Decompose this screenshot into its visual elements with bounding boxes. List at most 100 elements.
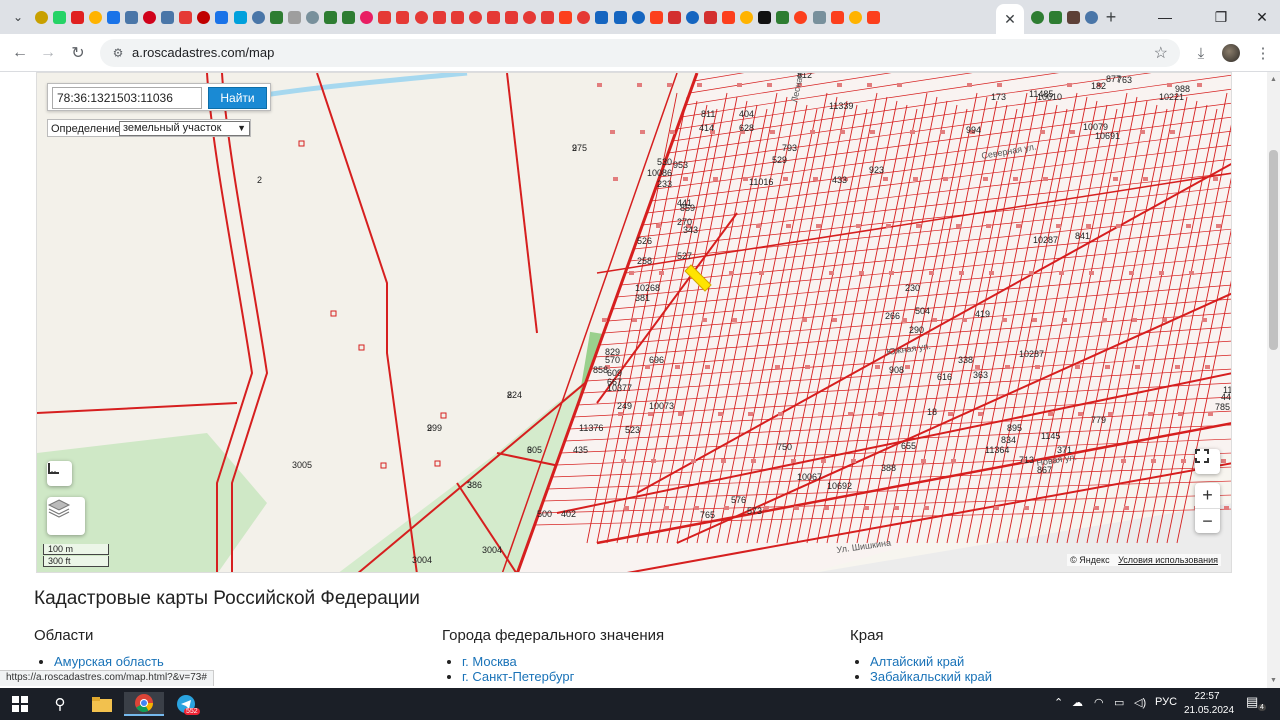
tab-favicon[interactable] — [249, 0, 267, 34]
tab-favicon[interactable] — [303, 0, 321, 34]
tab-favicon[interactable] — [683, 0, 701, 34]
find-button[interactable]: Найти — [208, 87, 267, 109]
tab-favicon[interactable] — [86, 0, 104, 34]
tab-favicon[interactable] — [213, 0, 231, 34]
tab-favicon[interactable] — [557, 0, 575, 34]
map-canvas[interactable]: Северная ул.Южная ул.Новая ул.Ул. Шишкин… — [37, 73, 1232, 573]
tab-favicon[interactable] — [647, 0, 665, 34]
tab-favicon[interactable] — [394, 0, 412, 34]
tab-favicon[interactable] — [412, 0, 430, 34]
tab-favicon[interactable] — [828, 0, 846, 34]
input-language[interactable]: РУС — [1155, 696, 1177, 708]
windows-start-icon[interactable] — [0, 692, 40, 716]
menu-kebab-icon[interactable]: ⋮ — [1252, 42, 1274, 64]
tab-favicon[interactable] — [593, 0, 611, 34]
tab-favicon[interactable] — [1046, 0, 1064, 34]
tab-favicon[interactable] — [720, 0, 738, 34]
tab-favicon[interactable] — [629, 0, 647, 34]
krai-link[interactable]: Забайкальский край — [870, 669, 992, 684]
notifications-icon[interactable]: ▤ — [1246, 694, 1258, 710]
region-link[interactable]: Амурская область — [54, 654, 164, 669]
tab-favicon[interactable] — [484, 0, 502, 34]
tab-favicon[interactable] — [466, 0, 484, 34]
search-icon[interactable]: ⚲ — [40, 692, 80, 716]
city-link[interactable]: г. Москва — [462, 654, 517, 669]
scroll-down-icon[interactable]: ▼ — [1270, 677, 1277, 684]
tab-favicon[interactable] — [195, 0, 213, 34]
profile-avatar[interactable] — [1222, 44, 1240, 62]
new-tab-button[interactable]: + — [1100, 6, 1122, 28]
site-info-icon[interactable]: ⚙ — [110, 45, 126, 61]
chrome-icon[interactable] — [124, 692, 164, 716]
tab-favicon[interactable] — [159, 0, 177, 34]
tab-favicon[interactable] — [267, 0, 285, 34]
tab-favicon[interactable] — [104, 0, 122, 34]
ruler-tool-button[interactable] — [47, 461, 72, 486]
tab-favicon[interactable] — [340, 0, 358, 34]
tab-favicon[interactable] — [665, 0, 683, 34]
tab-favicon[interactable] — [738, 0, 756, 34]
file-explorer-icon[interactable] — [82, 692, 122, 716]
city-link[interactable]: г. Санкт-Петербург — [462, 669, 574, 684]
tab-favicon[interactable] — [1028, 0, 1046, 34]
layers-button[interactable] — [47, 497, 85, 535]
bookmark-star-icon[interactable]: ☆ — [1154, 43, 1168, 63]
close-window-button[interactable]: ✕ — [1244, 0, 1280, 34]
back-icon[interactable]: ← — [8, 41, 32, 65]
tab-favicon[interactable] — [322, 0, 340, 34]
tab-favicon[interactable] — [792, 0, 810, 34]
forward-icon[interactable]: → — [36, 41, 60, 65]
scroll-up-icon[interactable]: ▲ — [1270, 76, 1277, 83]
battery-icon[interactable]: ▭ — [1114, 696, 1124, 709]
tab-favicon[interactable] — [611, 0, 629, 34]
krai-link[interactable]: Алтайский край — [870, 654, 964, 669]
download-icon[interactable]: ⤓ — [1190, 42, 1212, 64]
cadastral-number-input[interactable] — [52, 87, 202, 109]
tab-favicon[interactable] — [376, 0, 394, 34]
tab-favicon[interactable] — [430, 0, 448, 34]
tab-favicon[interactable] — [810, 0, 828, 34]
minimize-button[interactable]: — — [1142, 0, 1188, 34]
active-tab-close-button[interactable]: ✕ — [996, 4, 1024, 34]
tab-favicon[interactable] — [68, 0, 86, 34]
tab-favicon[interactable] — [32, 0, 50, 34]
tab-search-icon[interactable]: ⌄ — [4, 3, 32, 31]
maximize-button[interactable]: ❐ — [1198, 0, 1244, 34]
tab-favicon[interactable] — [122, 0, 140, 34]
tray-antivirus-icon[interactable]: ☁ — [1072, 696, 1083, 709]
tab-favicon[interactable] — [864, 0, 882, 34]
reload-icon[interactable]: ↻ — [66, 41, 90, 65]
tab-favicon[interactable] — [231, 0, 249, 34]
tab-favicon[interactable] — [1082, 0, 1100, 34]
parcel-number-label: 414 — [699, 123, 714, 133]
tab-favicon[interactable] — [1064, 0, 1082, 34]
volume-icon[interactable]: ◁) — [1134, 696, 1146, 709]
tab-favicon[interactable] — [539, 0, 557, 34]
page-scrollbar[interactable]: ▲ ▼ — [1267, 72, 1280, 688]
zoom-out-button[interactable]: − — [1195, 508, 1220, 533]
tab-favicon[interactable] — [846, 0, 864, 34]
tab-favicon[interactable] — [701, 0, 719, 34]
terms-link[interactable]: Условия использования — [1118, 555, 1218, 565]
tab-favicon[interactable] — [285, 0, 303, 34]
tab-favicon[interactable] — [177, 0, 195, 34]
clock[interactable]: 22:57 21.05.2024 — [1184, 690, 1234, 718]
scroll-thumb[interactable] — [1269, 150, 1278, 350]
tab-favicon[interactable] — [502, 0, 520, 34]
zoom-in-button[interactable]: + — [1202, 483, 1213, 508]
tab-favicon[interactable] — [50, 0, 68, 34]
wifi-icon[interactable]: ◠ — [1094, 696, 1104, 709]
tab-favicon[interactable] — [575, 0, 593, 34]
tab-favicon[interactable] — [774, 0, 792, 34]
fullscreen-button[interactable] — [1195, 449, 1220, 474]
tab-favicon[interactable] — [358, 0, 376, 34]
tab-favicon[interactable] — [141, 0, 159, 34]
tab-favicon[interactable] — [448, 0, 466, 34]
tray-overflow-icon[interactable]: ⌃ — [1054, 696, 1063, 709]
definition-select[interactable]: земельный участок ▼ — [119, 121, 250, 136]
tab-favicon[interactable] — [756, 0, 774, 34]
address-bar[interactable]: ⚙ a.roscadastres.com/map ☆ — [100, 39, 1180, 67]
tab-favicon[interactable] — [521, 0, 539, 34]
cadastral-map[interactable]: Северная ул. Южная ул. Новая ул. Ул. Шишкин… — [36, 72, 1232, 573]
url-text[interactable]: a.roscadastres.com/map — [132, 45, 274, 60]
